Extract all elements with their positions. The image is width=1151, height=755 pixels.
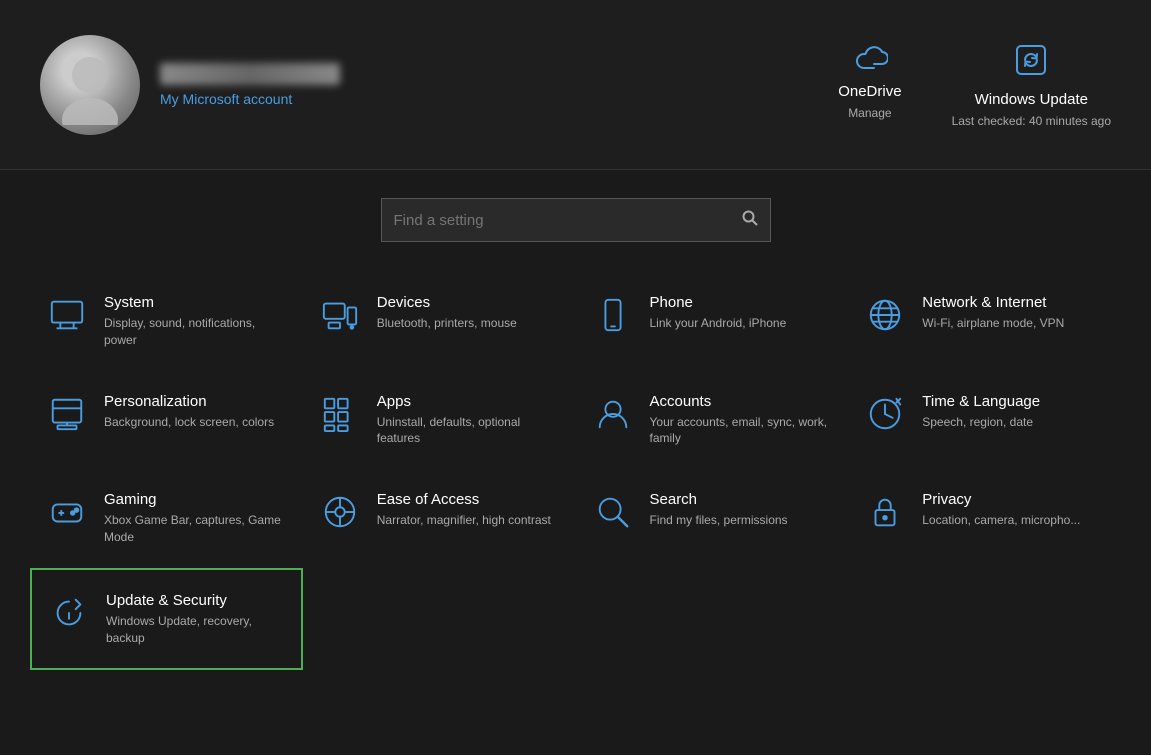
settings-item-privacy[interactable]: Privacy Location, camera, micropho...: [848, 469, 1121, 568]
search-icon: [742, 210, 758, 231]
ease-desc: Narrator, magnifier, high contrast: [377, 512, 551, 529]
search-icon: [592, 493, 634, 531]
onedrive-icon: [852, 42, 888, 77]
ease-icon: [319, 493, 361, 531]
windows-update-sub: Last checked: 40 minutes ago: [952, 114, 1111, 128]
header-actions: OneDrive Manage Windows Update Last chec…: [838, 42, 1111, 128]
network-title: Network & Internet: [922, 294, 1064, 311]
gaming-desc: Xbox Game Bar, captures, Game Mode: [104, 512, 287, 546]
settings-item-search[interactable]: Search Find my files, permissions: [576, 469, 849, 568]
apps-title: Apps: [377, 393, 560, 410]
avatar: [40, 35, 140, 135]
settings-item-gaming[interactable]: Gaming Xbox Game Bar, captures, Game Mod…: [30, 469, 303, 568]
devices-text: Devices Bluetooth, printers, mouse: [377, 294, 517, 332]
update-title: Update & Security: [106, 592, 285, 609]
apps-icon: [319, 395, 361, 433]
settings-item-ease[interactable]: Ease of Access Narrator, magnifier, high…: [303, 469, 576, 568]
time-title: Time & Language: [922, 393, 1040, 410]
personalization-desc: Background, lock screen, colors: [104, 414, 274, 431]
settings-item-update[interactable]: Update & Security Windows Update, recove…: [30, 568, 303, 671]
settings-item-system[interactable]: System Display, sound, notifications, po…: [30, 272, 303, 371]
update-desc: Windows Update, recovery, backup: [106, 613, 285, 647]
search-desc: Find my files, permissions: [650, 512, 788, 529]
network-text: Network & Internet Wi-Fi, airplane mode,…: [922, 294, 1064, 332]
privacy-text: Privacy Location, camera, micropho...: [922, 491, 1080, 529]
privacy-title: Privacy: [922, 491, 1080, 508]
search-area: [0, 170, 1151, 262]
phone-text: Phone Link your Android, iPhone: [650, 294, 787, 332]
settings-item-network[interactable]: Network & Internet Wi-Fi, airplane mode,…: [848, 272, 1121, 371]
system-text: System Display, sound, notifications, po…: [104, 294, 287, 349]
gaming-icon: [46, 493, 88, 531]
time-text: Time & Language Speech, region, date: [922, 393, 1040, 431]
windows-update-title: Windows Update: [975, 91, 1088, 108]
privacy-desc: Location, camera, micropho...: [922, 512, 1080, 529]
devices-icon: [319, 296, 361, 334]
apps-text: Apps Uninstall, defaults, optional featu…: [377, 393, 560, 448]
settings-item-time[interactable]: Time & Language Speech, region, date: [848, 371, 1121, 470]
ease-text: Ease of Access Narrator, magnifier, high…: [377, 491, 551, 529]
personalization-text: Personalization Background, lock screen,…: [104, 393, 274, 431]
user-info: My Microsoft account: [160, 63, 340, 107]
devices-desc: Bluetooth, printers, mouse: [377, 315, 517, 332]
time-desc: Speech, region, date: [922, 414, 1040, 431]
windows-update-icon: [1013, 42, 1049, 85]
search-box[interactable]: [381, 198, 771, 242]
network-desc: Wi-Fi, airplane mode, VPN: [922, 315, 1064, 332]
accounts-icon: [592, 395, 634, 433]
header: My Microsoft account OneDrive Manage: [0, 0, 1151, 170]
phone-title: Phone: [650, 294, 787, 311]
search-input[interactable]: [394, 212, 732, 229]
microsoft-account-link[interactable]: My Microsoft account: [160, 91, 340, 107]
search-title: Search: [650, 491, 788, 508]
settings-item-devices[interactable]: Devices Bluetooth, printers, mouse: [303, 272, 576, 371]
onedrive-title: OneDrive: [838, 83, 901, 100]
gaming-text: Gaming Xbox Game Bar, captures, Game Mod…: [104, 491, 287, 546]
search-text: Search Find my files, permissions: [650, 491, 788, 529]
accounts-title: Accounts: [650, 393, 833, 410]
user-profile-area: My Microsoft account: [40, 35, 340, 135]
windows-update-action[interactable]: Windows Update Last checked: 40 minutes …: [952, 42, 1111, 128]
privacy-icon: [864, 493, 906, 531]
phone-icon: [592, 296, 634, 334]
accounts-desc: Your accounts, email, sync, work, family: [650, 414, 833, 448]
apps-desc: Uninstall, defaults, optional features: [377, 414, 560, 448]
time-icon: [864, 395, 906, 433]
devices-title: Devices: [377, 294, 517, 311]
settings-grid: System Display, sound, notifications, po…: [0, 262, 1151, 670]
system-icon: [46, 296, 88, 334]
personalization-title: Personalization: [104, 393, 274, 410]
personalization-icon: [46, 395, 88, 433]
accounts-text: Accounts Your accounts, email, sync, wor…: [650, 393, 833, 448]
settings-item-personalization[interactable]: Personalization Background, lock screen,…: [30, 371, 303, 470]
onedrive-action[interactable]: OneDrive Manage: [838, 42, 901, 120]
settings-item-accounts[interactable]: Accounts Your accounts, email, sync, wor…: [576, 371, 849, 470]
gaming-title: Gaming: [104, 491, 287, 508]
user-name-blurred: [160, 63, 340, 85]
update-icon: [48, 594, 90, 632]
system-desc: Display, sound, notifications, power: [104, 315, 287, 349]
network-icon: [864, 296, 906, 334]
system-title: System: [104, 294, 287, 311]
settings-item-apps[interactable]: Apps Uninstall, defaults, optional featu…: [303, 371, 576, 470]
update-text: Update & Security Windows Update, recove…: [106, 592, 285, 647]
phone-desc: Link your Android, iPhone: [650, 315, 787, 332]
onedrive-sub: Manage: [848, 106, 891, 120]
ease-title: Ease of Access: [377, 491, 551, 508]
settings-item-phone[interactable]: Phone Link your Android, iPhone: [576, 272, 849, 371]
